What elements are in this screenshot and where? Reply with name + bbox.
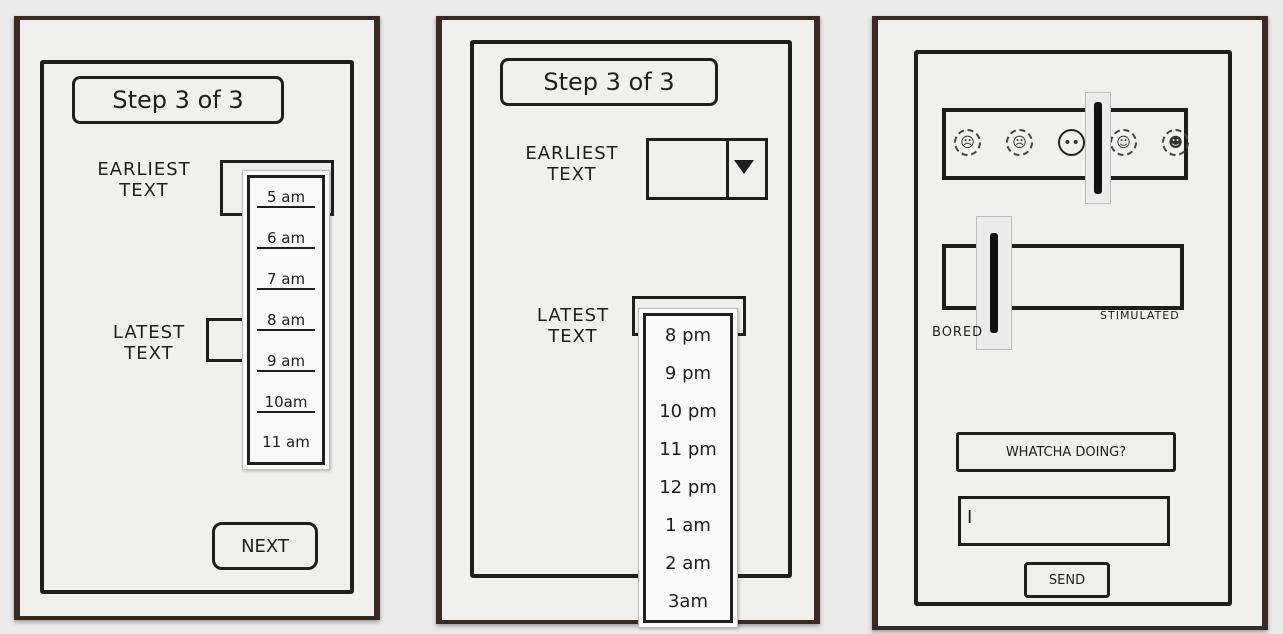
mood-slider-thumb[interactable] [1084,92,1111,204]
dropdown-option[interactable]: 11 pm [654,439,721,460]
prompt-label-box: WHATCHA DOING? [956,432,1176,472]
step-title: Step 3 of 3 [72,76,284,124]
chevron-down-icon [734,160,754,174]
paper-sheet: Step 3 of 3 EARLIEST TEXT LATEST TEXT 8 … [442,20,814,628]
dropdown-option[interactable]: 8 pm [654,325,721,346]
energy-min-label: BORED [932,325,984,340]
text-cursor: I [967,507,973,528]
dropdown-options: 8 pm 9 pm 10 pm 11 pm 12 pm 1 am 2 am 3am [643,313,733,623]
paper-sheet: ☹ ☹ •• ☺ ☻ BORED STIMULATED WHATCHA DOING? I… [878,20,1262,626]
sad-face-icon: ☹ [1006,129,1033,156]
neutral-face-icon: •• [1058,129,1085,156]
send-button[interactable]: SEND [1024,562,1110,598]
dropdown-option[interactable]: 9 am [257,352,315,372]
sketch-photo-3: ☹ ☹ •• ☺ ☻ BORED STIMULATED WHATCHA DOING? I… [872,16,1268,630]
dropdown-option[interactable]: 6 am [257,229,315,250]
dropdown-option[interactable]: 7 am [257,270,315,291]
earliest-time-dropdown[interactable]: 5 am 6 am 7 am 8 am 9 am 10am 11 am [242,170,330,470]
happy-face-icon: ☺ [1110,129,1137,156]
latest-text-label: LATEST TEXT [112,322,186,364]
dropdown-option[interactable]: 5 am [257,188,315,209]
sketch-photo-1: Step 3 of 3 EARLIEST TEXT LATEST TEXT 5 … [14,16,380,620]
sketch-photo-2: Step 3 of 3 EARLIEST TEXT LATEST TEXT 8 … [436,16,820,628]
next-button[interactable]: NEXT [212,522,318,570]
earliest-text-label: EARLIEST TEXT [525,143,619,185]
next-button-label: NEXT [241,535,289,557]
prompt-label: WHATCHA DOING? [1005,444,1127,460]
dropdown-option[interactable]: 8 am [257,311,315,331]
energy-max-label: STIMULATED [1100,309,1180,322]
earliest-text-label: EARLIEST TEXT [97,159,191,201]
latest-text-label: LATEST TEXT [536,305,610,347]
dropdown-option[interactable]: 10am [257,393,315,413]
activity-text-input[interactable]: I [958,496,1170,546]
step-title: Step 3 of 3 [500,58,718,106]
very-sad-face-icon: ☹ [954,129,981,156]
step-title-text: Step 3 of 3 [543,68,675,96]
dropdown-option[interactable]: 12 pm [654,477,721,498]
dropdown-option[interactable]: 11 am [257,433,315,451]
very-happy-face-icon: ☻ [1162,129,1189,156]
dropdown-option[interactable]: 1 am [654,515,721,536]
dropdown-option[interactable]: 3am [654,591,721,612]
dropdown-options: 5 am 6 am 7 am 8 am 9 am 10am 11 am [247,175,325,465]
step-title-text: Step 3 of 3 [112,86,244,114]
send-button-label: SEND [1048,572,1086,588]
dropdown-option[interactable]: 2 am [654,553,721,574]
paper-sheet: Step 3 of 3 EARLIEST TEXT LATEST TEXT 5 … [20,20,374,616]
dropdown-option[interactable]: 10 pm [654,401,721,422]
dropdown-option[interactable]: 9 pm [654,363,721,384]
latest-time-dropdown[interactable]: 8 pm 9 pm 10 pm 11 pm 12 pm 1 am 2 am 3am [638,308,738,628]
